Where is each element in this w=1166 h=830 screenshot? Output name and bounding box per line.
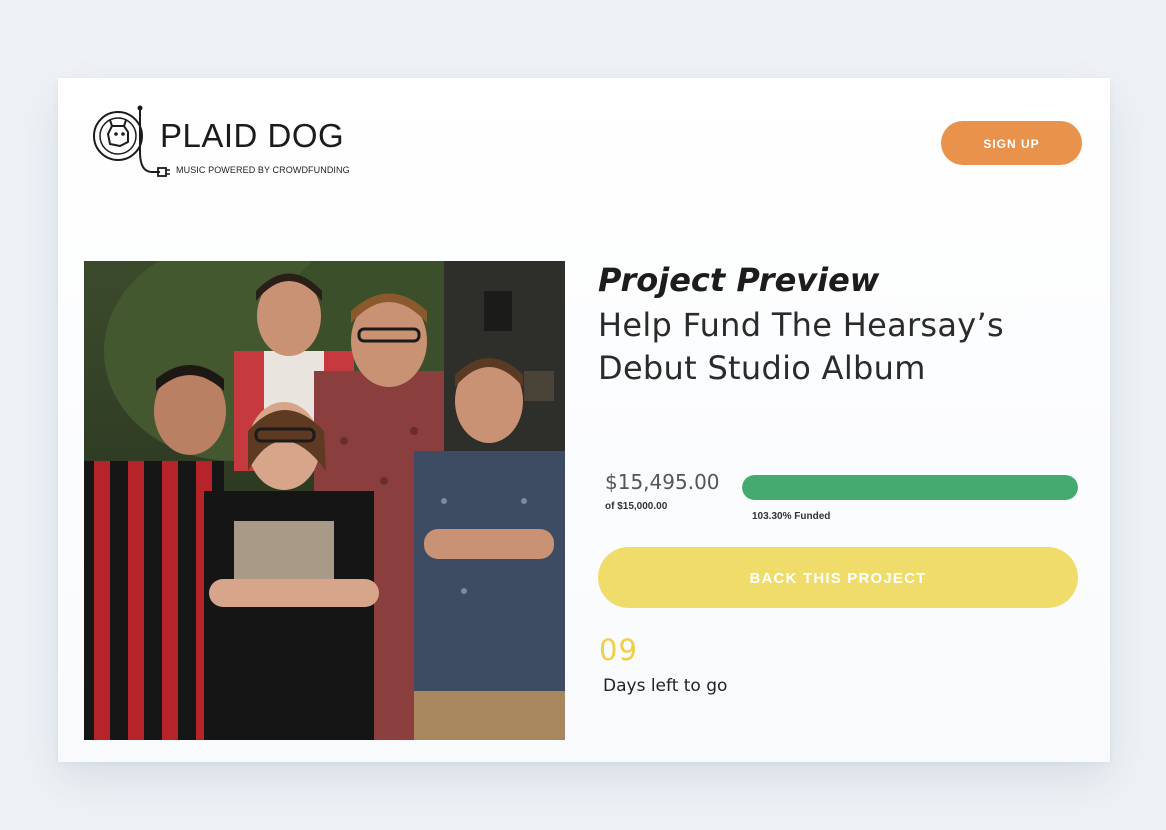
dog-logo-icon [93, 105, 170, 177]
band-photo-image [84, 261, 565, 740]
brand-name: PLAID DOG [160, 117, 345, 154]
brand-tagline: MUSIC POWERED BY CROWDFUNDING [176, 165, 350, 175]
band-photo [84, 261, 565, 740]
funding-progress-fill [742, 475, 1078, 500]
sign-up-button[interactable]: SIGN UP [941, 121, 1082, 165]
brand-logo[interactable]: PLAID DOG MUSIC POWERED BY CROWDFUNDING [90, 104, 360, 180]
project-title: Help Fund The Hearsay’s Debut Studio Alb… [598, 306, 1004, 387]
back-project-button[interactable]: BACK THIS PROJECT [598, 547, 1078, 608]
days-left-label: Days left to go [603, 676, 728, 696]
days-left-count: 09 [599, 633, 638, 667]
funded-percentage: 103.30% Funded [752, 511, 831, 522]
funding-goal: of $15,000.00 [605, 501, 668, 512]
project-preview-label: Project Preview [598, 261, 880, 299]
funding-progress-bar [742, 475, 1078, 500]
project-preview-card: PLAID DOG MUSIC POWERED BY CROWDFUNDING … [58, 78, 1110, 762]
amount-raised: $15,495.00 [605, 470, 720, 494]
